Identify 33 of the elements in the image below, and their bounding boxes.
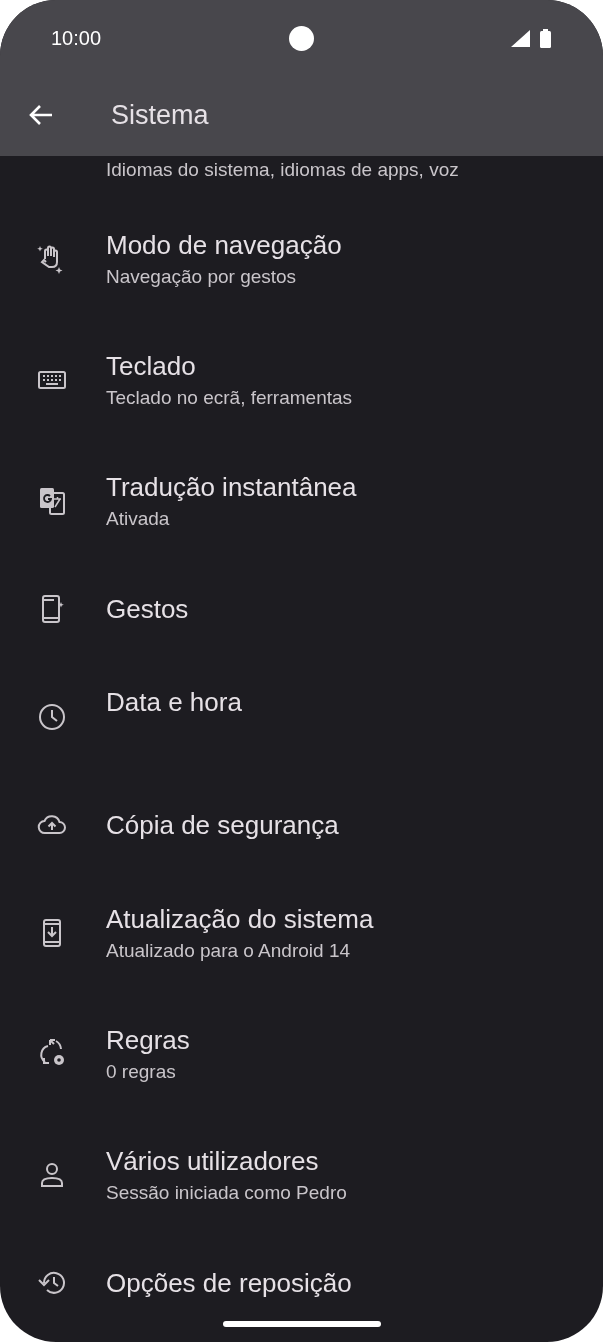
settings-item[interactable]: Atualização do sistema Atualizado para o Android 14: [0, 872, 603, 993]
item-summary: 0 regras: [106, 1059, 177, 1084]
item-title: Teclado: [106, 349, 197, 382]
status-time: 10:00: [51, 26, 102, 51]
item-summary: Teclado no ecrã, ferramentas: [106, 385, 353, 410]
signal-icon: [511, 29, 530, 47]
item-summary: Idiomas do sistema, idiomas de apps, voz: [106, 159, 459, 180]
settings-item[interactable]: Vários utilizadores Sessão iniciada como Pedro: [0, 1114, 603, 1235]
item-title: Tradução instantânea: [106, 470, 357, 503]
item-title: Regras: [106, 1023, 190, 1056]
item-title: Cópia de segurança: [106, 808, 339, 841]
item-title: Modo de navegação: [106, 228, 342, 261]
settings-item[interactable]: Cópia de segurança: [0, 777, 603, 872]
screen-title: Sistema: [111, 98, 209, 132]
item-summary: Navegação por gestos: [106, 264, 298, 289]
item-summary: Ativada: [106, 506, 171, 531]
item-title: Atualização do sistema: [106, 902, 374, 935]
item-title: Vários utilizadores: [106, 1144, 320, 1177]
item-summary: Sessão iniciada como Pedro: [106, 1180, 347, 1205]
clock-icon: [36, 701, 68, 733]
settings-item[interactable]: Regras 0 regras: [0, 993, 603, 1114]
settings-item[interactable]: Modo de navegação Navegação por gestos: [0, 198, 603, 319]
camera-cutout: [289, 26, 314, 51]
settings-item[interactable]: Opções de reposição: [0, 1235, 603, 1330]
battery-icon: [540, 28, 551, 48]
item-title: Gestos: [106, 592, 189, 625]
item-title: Data e hora: [106, 686, 242, 718]
settings-item[interactable]: Gestos: [0, 561, 603, 656]
settings-item[interactable]: Teclado Teclado no ecrã, ferramentas: [0, 319, 603, 440]
settings-item[interactable]: Tradução instantânea Ativada: [0, 440, 603, 561]
item-summary: Atualizado para o Android 14: [106, 938, 351, 963]
settings-item[interactable]: Data e hora: [0, 656, 603, 777]
item-title: Opções de reposição: [106, 1266, 352, 1299]
